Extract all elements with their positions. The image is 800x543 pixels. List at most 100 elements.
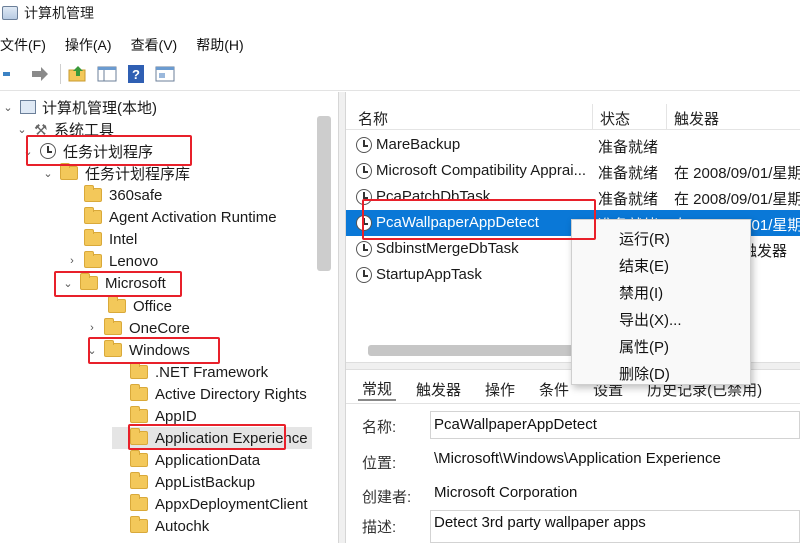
tab-general[interactable]: 常规 [358,378,397,401]
folder-icon [104,340,122,357]
context-menu-run[interactable]: 运行(R) [619,228,670,249]
tree-label: Microsoft [105,274,166,292]
tree-item-windows[interactable]: ⌄ Windows [86,339,190,361]
tree-item-task-scheduler[interactable]: ⌄ 任务计划程序 [22,140,153,162]
tree-item-folder[interactable]: › OneCore [86,317,190,339]
description-label: 描述: [362,519,397,536]
tree-label: .NET Framework [155,363,269,381]
tree-item-root[interactable]: ⌄ 计算机管理(本地) [2,96,157,118]
folder-icon [130,384,148,401]
folder-icon [130,472,148,489]
help-icon[interactable]: ? [125,63,147,85]
menu-action[interactable]: 操作(A) [65,35,112,55]
tab-triggers[interactable]: 触发器 [412,379,465,400]
pane-splitter[interactable] [338,92,346,543]
task-clock-icon [356,215,372,231]
tree-label: 任务计划程序 [63,143,154,161]
toolbar-separator [60,64,61,84]
task-trigger: 在 2008/09/01/星期 [674,191,800,208]
task-row[interactable]: MareBackup 准备就绪 [346,132,800,158]
task-status: 准备就绪 [598,165,659,182]
column-header-trigger[interactable]: 触发器 [674,108,719,129]
folder-icon [130,450,148,467]
folder-icon [104,318,122,335]
toolbar-divider [0,90,800,91]
back-arrow-icon[interactable] [0,63,22,85]
tree-label: Autochk [155,517,210,535]
menu-help[interactable]: 帮助(H) [196,35,243,55]
folder-icon [108,296,126,313]
tree-item-folder[interactable]: AppID [112,405,197,427]
context-menu-properties[interactable]: 属性(P) [619,336,669,357]
context-menu: 运行(R) 结束(E) 禁用(I) 导出(X)... 属性(P) 删除(D) [571,219,751,385]
svg-text:?: ? [132,67,140,82]
column-header-status[interactable]: 状态 [600,108,630,129]
task-row[interactable]: PcaPatchDbTask 准备就绪 在 2008/09/01/星期 [346,184,800,210]
task-status: 准备就绪 [598,139,659,156]
tree-item-folder[interactable]: Agent Activation Runtime [66,206,277,228]
forward-arrow-icon[interactable] [29,63,51,85]
tree-item-folder[interactable]: 360safe [66,184,162,206]
task-name: StartupAppTask [376,266,482,283]
up-folder-icon[interactable] [67,63,89,85]
tools-icon: ⚒ [34,122,48,139]
chevron-down-icon[interactable]: ⌄ [42,167,54,180]
tree-label: AppxDeploymentClient [155,495,308,513]
tree-label: 计算机管理(本地) [42,99,157,117]
chevron-down-icon[interactable]: ⌄ [22,145,34,158]
task-clock-icon [356,189,372,205]
task-name: PcaWallpaperAppDetect [376,214,539,231]
name-value[interactable]: PcaWallpaperAppDetect [434,416,597,433]
show-hide-tree-icon[interactable] [96,63,118,85]
task-clock-icon [356,241,372,257]
context-menu-export[interactable]: 导出(X)... [619,309,682,330]
tree-label: 任务计划程序库 [85,165,191,183]
context-menu-disable[interactable]: 禁用(I) [619,282,663,303]
tab-conditions[interactable]: 条件 [535,379,573,400]
tree-item-folder[interactable]: AppListBackup [112,471,255,493]
menu-view[interactable]: 查看(V) [131,35,178,55]
console-tree: ⌄ 计算机管理(本地) ⌄ ⚒ 系统工具 ⌄ 任务计划程序 ⌄ 任务计划程序库 … [0,92,338,543]
chevron-down-icon[interactable]: ⌄ [62,277,74,290]
tree-item-application-experience[interactable]: Application Experience [112,427,312,449]
tree-label: Agent Activation Runtime [109,208,277,226]
tree-label: Active Directory Rights [155,385,307,403]
task-row[interactable]: Microsoft Compatibility Apprai... 准备就绪 在… [346,158,800,184]
tree-item-library[interactable]: ⌄ 任务计划程序库 [42,162,190,184]
tree-item-system-tools[interactable]: ⌄ ⚒ 系统工具 [16,118,114,140]
tree-item-folder[interactable]: AppxDeploymentClient [112,493,308,515]
tree-item-microsoft[interactable]: ⌄ Microsoft [62,272,166,294]
context-menu-end[interactable]: 结束(E) [619,255,669,276]
tree-item-folder[interactable]: › Lenovo [66,250,158,272]
tree-item-folder[interactable]: Intel [66,228,137,250]
folder-icon [84,207,102,224]
tree-item-folder[interactable]: Active Directory Rights [112,383,307,405]
tree-item-folder[interactable]: ApplicationData [112,449,260,471]
tree-item-folder[interactable]: .NET Framework [112,361,268,383]
computer-icon [20,100,36,114]
menu-file[interactable]: 文件(F) [0,35,46,55]
context-menu-delete[interactable]: 删除(D) [619,363,670,384]
chevron-right-icon[interactable]: › [86,322,98,334]
chevron-down-icon[interactable]: ⌄ [2,101,14,114]
author-value: Microsoft Corporation [434,484,578,501]
properties-icon[interactable] [154,63,176,85]
tree-scrollbar-thumb[interactable] [317,116,331,271]
folder-icon [130,516,148,533]
tree-label: AppListBackup [155,473,256,491]
column-header-name[interactable]: 名称 [358,108,388,129]
tree-item-folder[interactable]: Office [90,295,172,317]
folder-icon [84,185,102,202]
chevron-down-icon[interactable]: ⌄ [16,123,28,136]
tree-item-folder[interactable]: Autochk [112,515,209,537]
toolbar: ? [0,60,183,88]
chevron-down-icon[interactable]: ⌄ [86,344,98,357]
tree-label: Intel [109,230,138,248]
description-value[interactable]: Detect 3rd party wallpaper apps [434,514,646,531]
chevron-right-icon[interactable]: › [66,255,78,267]
task-clock-icon [356,163,372,179]
task-trigger: 在 2008/09/01/星期 [674,165,800,182]
task-name: Microsoft Compatibility Apprai... [376,162,587,179]
tab-actions[interactable]: 操作 [481,379,519,400]
task-details: 常规 触发器 操作 条件 设置 历史记录(已禁用) 名称: PcaWallpap… [346,370,800,543]
